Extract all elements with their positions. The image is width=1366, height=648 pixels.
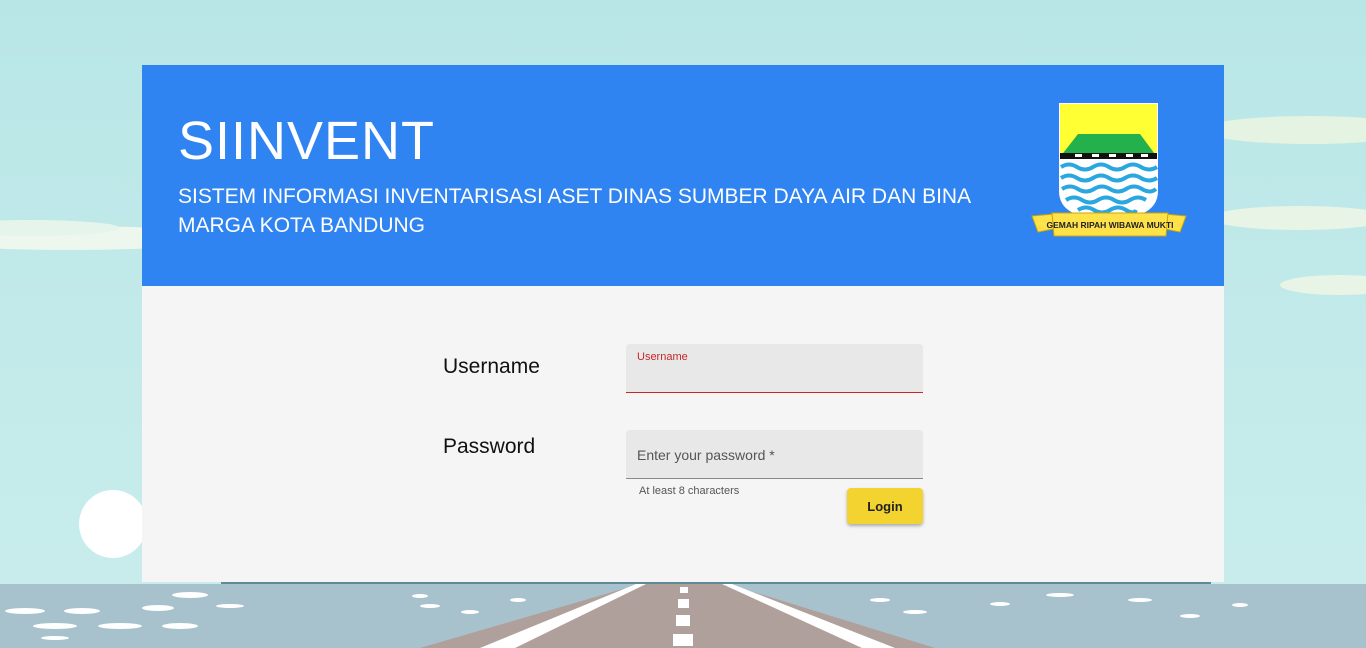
app-title: SIINVENT	[178, 111, 436, 171]
username-label: Username	[443, 355, 540, 378]
login-button[interactable]: Login	[847, 488, 923, 524]
login-card: SIINVENT SISTEM INFORMASI INVENTARISASI …	[142, 65, 1224, 582]
app-subtitle: SISTEM INFORMASI INVENTARISASI ASET DINA…	[178, 185, 970, 237]
logo-motto-text: GEMAH RIPAH WIBAWA MUKTI	[1046, 220, 1173, 230]
password-field[interactable]	[626, 430, 923, 479]
login-page: SIINVENT SISTEM INFORMASI INVENTARISASI …	[0, 0, 1366, 648]
bandung-coat-of-arms-logo: GEMAH RIPAH WIBAWA MUKTI	[1031, 103, 1187, 237]
password-hint: At least 8 characters	[639, 485, 740, 497]
password-label: Password	[443, 435, 536, 458]
username-field[interactable]: Username	[626, 344, 923, 393]
username-floating-label: Username	[637, 351, 688, 363]
cloud-right	[1200, 116, 1366, 295]
sun-shape	[79, 490, 147, 558]
username-input[interactable]	[637, 364, 912, 388]
card-header: SIINVENT SISTEM INFORMASI INVENTARISASI …	[142, 65, 1224, 286]
password-input[interactable]	[637, 443, 912, 467]
